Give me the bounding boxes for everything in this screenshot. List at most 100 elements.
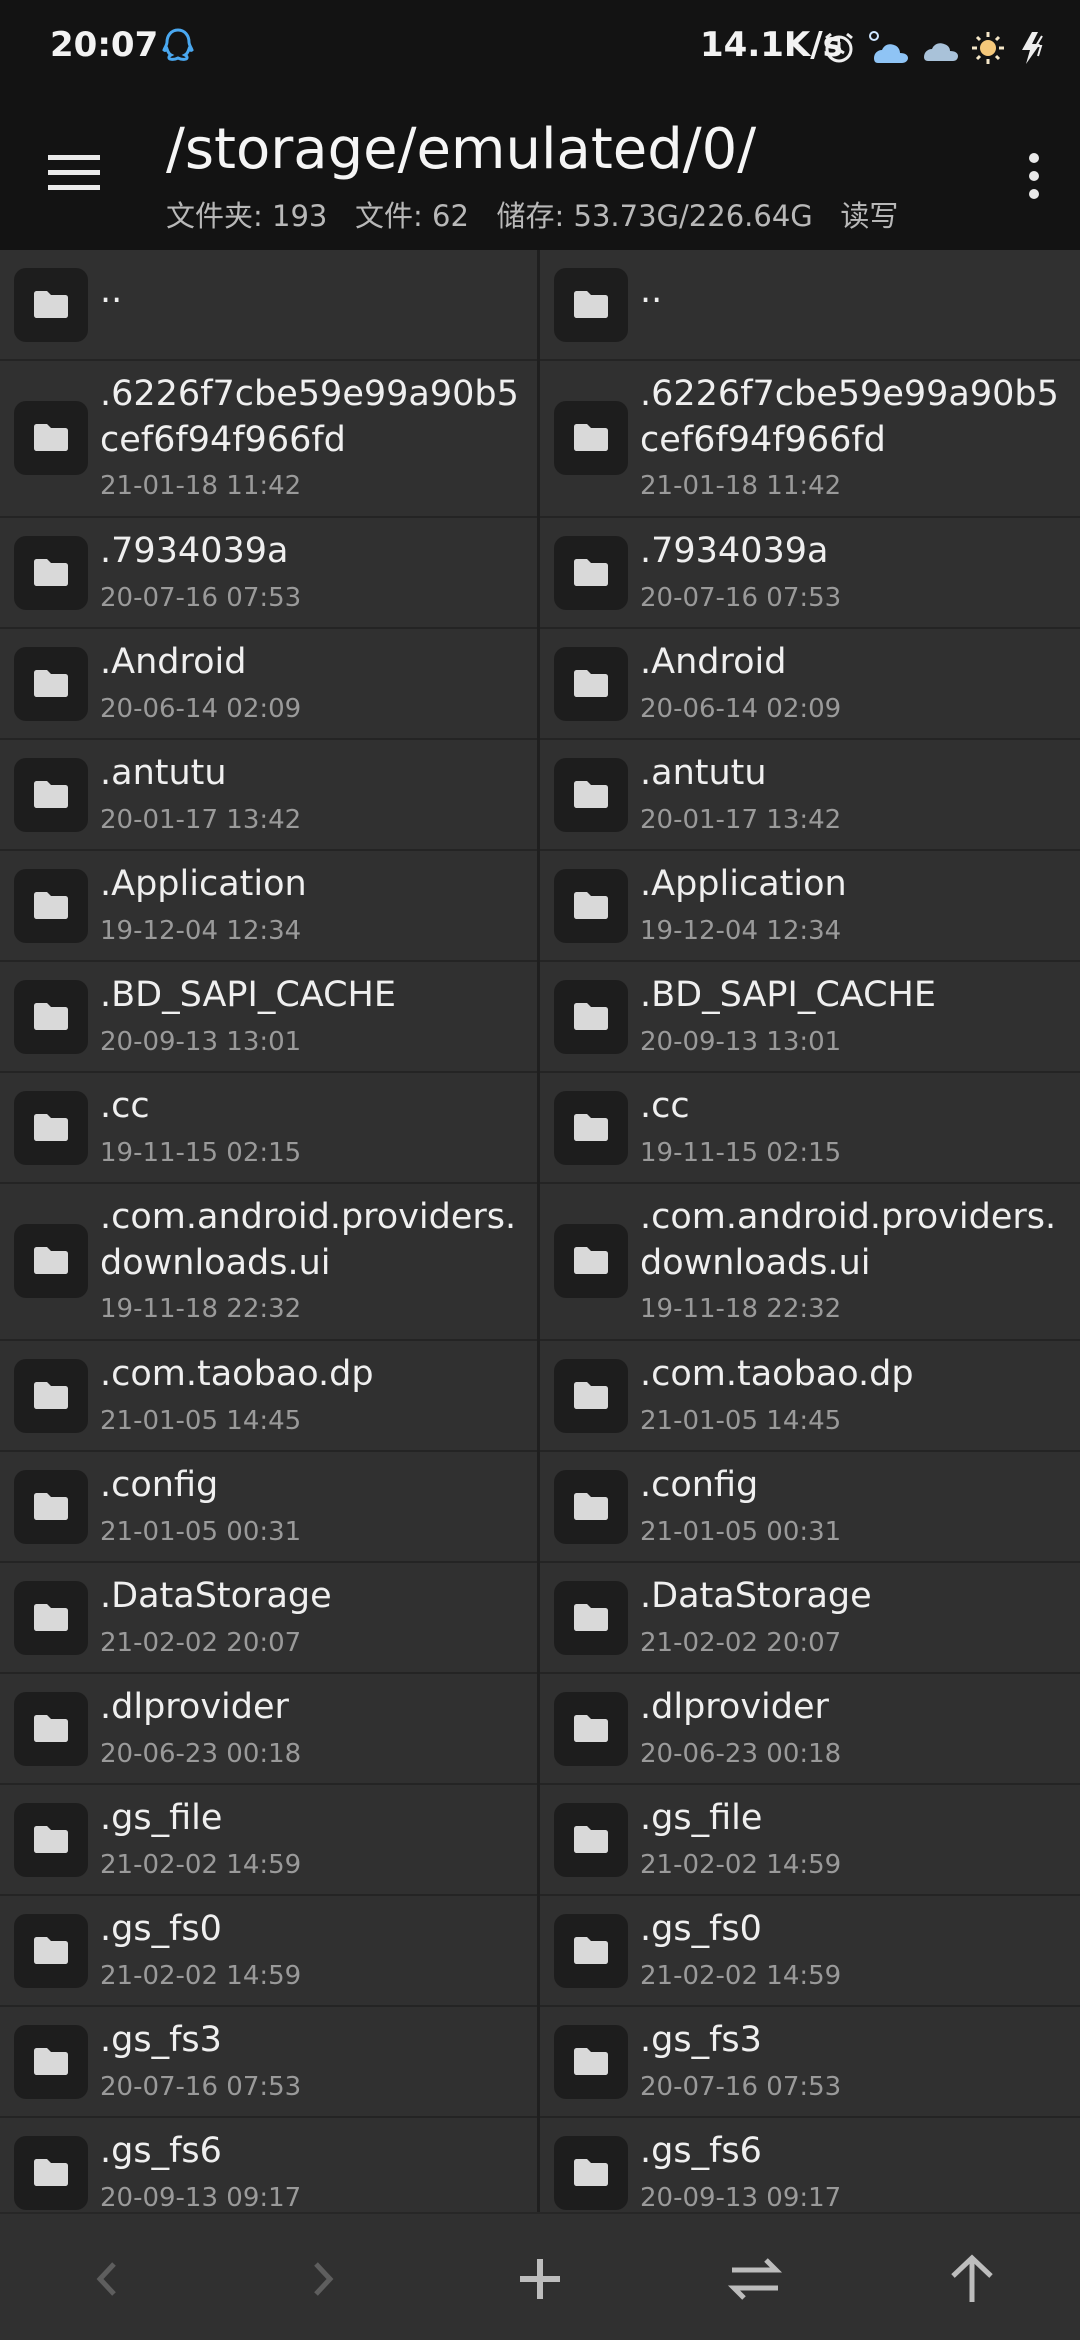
item-date: 20-09-13 09:17 bbox=[640, 2183, 842, 2212]
file-list-item[interactable]: .dlprovider 20-06-23 00:18 bbox=[0, 1674, 537, 1785]
item-date: 20-06-23 00:18 bbox=[640, 1739, 842, 1769]
item-date: 19-12-04 12:34 bbox=[640, 916, 842, 946]
item-date: 20-09-13 13:01 bbox=[100, 1027, 302, 1057]
weather-cloud-sun-icon bbox=[864, 28, 912, 68]
add-icon[interactable] bbox=[505, 2244, 575, 2314]
item-name: .gs_fs0 bbox=[100, 1909, 222, 1949]
forward-icon[interactable] bbox=[288, 2244, 358, 2314]
item-name: .antutu bbox=[100, 753, 227, 793]
folder-icon bbox=[14, 1803, 88, 1877]
file-list-item[interactable]: .gs_fs0 21-02-02 14:59 bbox=[540, 1896, 1080, 2007]
file-list-item[interactable]: .config 21-01-05 00:31 bbox=[540, 1452, 1080, 1563]
item-date: 21-01-18 11:42 bbox=[100, 471, 302, 501]
item-date: 21-02-02 20:07 bbox=[100, 1628, 302, 1658]
file-list-item[interactable]: .cc 19-11-15 02:15 bbox=[540, 1073, 1080, 1184]
folder-count: 文件夹: 193 bbox=[166, 199, 328, 233]
folder-icon bbox=[554, 647, 628, 721]
file-list-item[interactable]: .gs_fs3 20-07-16 07:53 bbox=[0, 2007, 537, 2118]
item-date: 20-06-14 02:09 bbox=[640, 694, 842, 724]
file-count: 文件: 62 bbox=[355, 199, 469, 233]
item-name: .com.taobao.dp bbox=[640, 1354, 914, 1394]
file-list-item[interactable]: .gs_fs6 20-09-13 09:17 bbox=[0, 2118, 537, 2212]
parent-dir-item[interactable]: .. bbox=[540, 250, 1080, 361]
item-name: .antutu bbox=[640, 753, 767, 793]
file-list-item[interactable]: .antutu 20-01-17 13:42 bbox=[0, 740, 537, 851]
item-date: 19-11-18 22:32 bbox=[640, 1294, 842, 1324]
item-name: .. bbox=[100, 271, 123, 311]
file-list-item[interactable]: .Android 20-06-14 02:09 bbox=[0, 629, 537, 740]
storage-summary: 文件夹: 193 文件: 62 储存: 53.73G/226.64G 读写 bbox=[166, 193, 898, 235]
access-mode: 读写 bbox=[840, 199, 899, 233]
item-name: .DataStorage bbox=[100, 1576, 332, 1616]
item-name: .. bbox=[640, 271, 663, 311]
file-list-item[interactable]: .7934039a 20-07-16 07:53 bbox=[540, 518, 1080, 629]
item-name: .gs_fs6 bbox=[100, 2131, 222, 2171]
file-list-item[interactable]: .DataStorage 21-02-02 20:07 bbox=[0, 1563, 537, 1674]
file-list-item[interactable]: .BD_SAPI_CACHE 20-09-13 13:01 bbox=[540, 962, 1080, 1073]
item-date: 20-07-16 07:53 bbox=[640, 2072, 842, 2102]
folder-icon bbox=[14, 1359, 88, 1433]
file-list-item[interactable]: .com.taobao.dp 21-01-05 14:45 bbox=[0, 1341, 537, 1452]
file-list-item[interactable]: .gs_fs0 21-02-02 14:59 bbox=[0, 1896, 537, 2007]
item-name: .gs_fs3 bbox=[640, 2020, 762, 2060]
folder-icon bbox=[14, 980, 88, 1054]
item-date: 19-11-15 02:15 bbox=[640, 1138, 842, 1168]
item-name: .com.android.providers.downloads.ui bbox=[640, 1197, 1057, 1283]
folder-icon bbox=[554, 401, 628, 475]
item-name: .Application bbox=[640, 864, 847, 904]
file-list-item[interactable]: .gs_file 21-02-02 14:59 bbox=[540, 1785, 1080, 1896]
file-list-item[interactable]: .config 21-01-05 00:31 bbox=[0, 1452, 537, 1563]
file-list-item[interactable]: .com.taobao.dp 21-01-05 14:45 bbox=[540, 1341, 1080, 1452]
file-list-item[interactable]: .BD_SAPI_CACHE 20-09-13 13:01 bbox=[0, 962, 537, 1073]
item-date: 20-06-23 00:18 bbox=[100, 1739, 302, 1769]
folder-icon bbox=[14, 536, 88, 610]
item-date: 19-11-15 02:15 bbox=[100, 1138, 302, 1168]
folder-icon bbox=[14, 401, 88, 475]
left-file-pane[interactable]: .. .6226f7cbe59e99a90b5cef6f94f966fd 21-01… bbox=[0, 250, 540, 2212]
parent-dir-item[interactable]: .. bbox=[0, 250, 537, 361]
back-icon[interactable] bbox=[72, 2244, 142, 2314]
swap-icon[interactable] bbox=[720, 2244, 790, 2314]
file-list-item[interactable]: .cc 19-11-15 02:15 bbox=[0, 1073, 537, 1184]
right-file-pane[interactable]: .. .6226f7cbe59e99a90b5cef6f94f966fd 21-01… bbox=[540, 250, 1080, 2212]
folder-icon bbox=[554, 1692, 628, 1766]
file-list-item[interactable]: .DataStorage 21-02-02 20:07 bbox=[540, 1563, 1080, 1674]
item-name: .gs_fs3 bbox=[100, 2020, 222, 2060]
item-date: 21-02-02 14:59 bbox=[640, 1850, 842, 1880]
file-list-item[interactable]: .Application 19-12-04 12:34 bbox=[540, 851, 1080, 962]
folder-icon bbox=[554, 1224, 628, 1298]
file-list-item[interactable]: .antutu 20-01-17 13:42 bbox=[540, 740, 1080, 851]
more-options-icon[interactable] bbox=[1024, 149, 1044, 203]
file-list-item[interactable]: .dlprovider 20-06-23 00:18 bbox=[540, 1674, 1080, 1785]
charging-icon bbox=[1018, 30, 1050, 66]
item-date: 20-07-16 07:53 bbox=[100, 583, 302, 613]
item-date: 21-01-05 14:45 bbox=[100, 1406, 302, 1436]
menu-icon[interactable] bbox=[42, 145, 106, 201]
item-name: .7934039a bbox=[100, 531, 289, 571]
file-list-item[interactable]: .com.android.providers.downloads.ui 19-11… bbox=[540, 1184, 1080, 1341]
file-list-item[interactable]: .6226f7cbe59e99a90b5cef6f94f966fd 21-01-1… bbox=[540, 361, 1080, 518]
file-list-item[interactable]: .Application 19-12-04 12:34 bbox=[0, 851, 537, 962]
file-list-item[interactable]: .gs_fs3 20-07-16 07:53 bbox=[540, 2007, 1080, 2118]
file-list-item[interactable]: .7934039a 20-07-16 07:53 bbox=[0, 518, 537, 629]
folder-icon bbox=[554, 1581, 628, 1655]
up-icon[interactable] bbox=[937, 2244, 1007, 2314]
item-name: .gs_file bbox=[100, 1798, 223, 1838]
folder-icon bbox=[14, 1914, 88, 1988]
folder-icon bbox=[554, 1914, 628, 1988]
item-name: .dlprovider bbox=[640, 1687, 829, 1727]
file-list-item[interactable]: .6226f7cbe59e99a90b5cef6f94f966fd 21-01-1… bbox=[0, 361, 537, 518]
item-date: 20-07-16 07:53 bbox=[640, 583, 842, 613]
status-time: 20:07 bbox=[50, 25, 159, 65]
file-list-item[interactable]: .gs_file 21-02-02 14:59 bbox=[0, 1785, 537, 1896]
item-date: 21-01-05 14:45 bbox=[640, 1406, 842, 1436]
file-list-item[interactable]: .com.android.providers.downloads.ui 19-11… bbox=[0, 1184, 537, 1341]
folder-icon bbox=[554, 980, 628, 1054]
item-date: 21-01-05 00:31 bbox=[640, 1517, 842, 1547]
file-list-item[interactable]: .Android 20-06-14 02:09 bbox=[540, 629, 1080, 740]
item-name: .config bbox=[640, 1465, 759, 1505]
folder-icon bbox=[14, 758, 88, 832]
file-list-item[interactable]: .gs_fs6 20-09-13 09:17 bbox=[540, 2118, 1080, 2212]
item-name: .com.android.providers.downloads.ui bbox=[100, 1197, 517, 1283]
item-date: 20-01-17 13:42 bbox=[100, 805, 302, 835]
